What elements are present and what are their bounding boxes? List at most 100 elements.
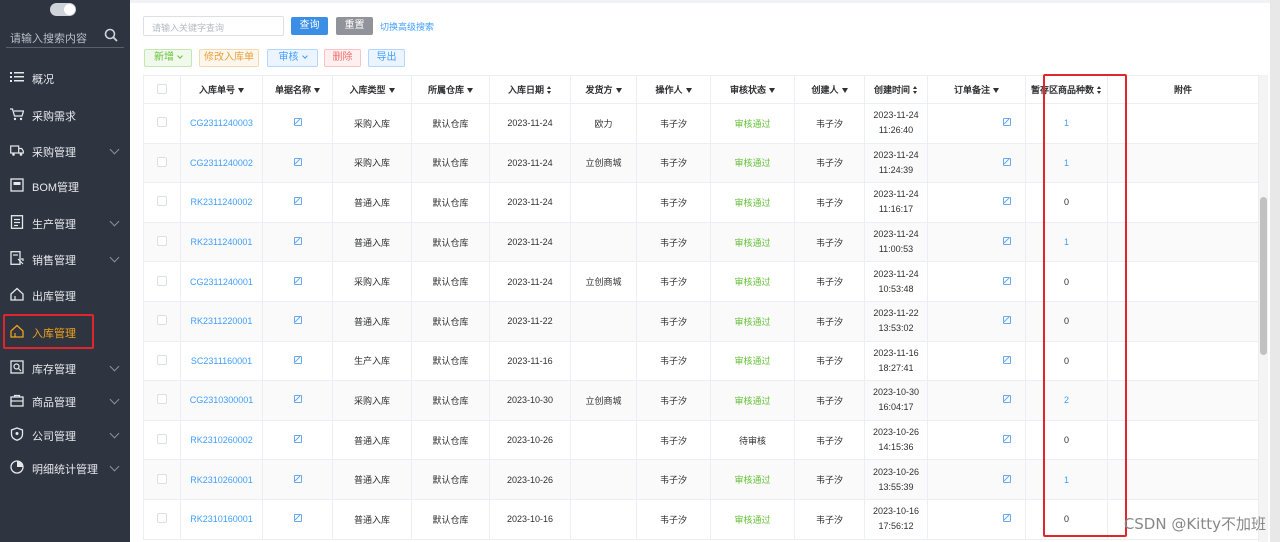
chevron-down-icon[interactable] — [109, 461, 120, 472]
edit-icon[interactable] — [293, 197, 302, 206]
cell-no[interactable]: RK2311240002 — [180, 182, 263, 223]
sidebar-item-12[interactable]: 明细统计管理 — [0, 452, 130, 482]
cell-name[interactable] — [262, 380, 333, 421]
sidebar-item-8[interactable]: 入库管理 — [0, 316, 130, 346]
cell-remark[interactable] — [927, 261, 1026, 302]
cell-no[interactable]: RK2311240001 — [180, 221, 263, 263]
cell-remark[interactable] — [927, 300, 1026, 342]
row-checkbox[interactable] — [157, 236, 167, 247]
row-checkbox[interactable] — [157, 473, 167, 484]
row-checkbox[interactable] — [157, 196, 167, 207]
cell-name[interactable] — [262, 221, 333, 263]
cell-remark[interactable] — [927, 419, 1026, 461]
export-button[interactable]: 导出 — [368, 49, 405, 67]
scrollbar-thumb[interactable] — [1260, 197, 1267, 355]
col-header-name[interactable]: 单据名称 — [262, 75, 333, 104]
filter-icon[interactable] — [388, 88, 395, 93]
filter-icon[interactable] — [685, 88, 692, 93]
cell-name[interactable] — [262, 103, 333, 144]
col-header-created-time[interactable]: 创建时间 — [864, 75, 928, 104]
cell-no[interactable]: CG2311240001 — [180, 261, 263, 302]
chevron-down-icon[interactable] — [109, 216, 120, 227]
table-row[interactable]: RK2310160001 普通入库 默认仓库 2023-10-16 韦子汐 审核通过 韦子汐… — [143, 498, 1259, 540]
cell-name[interactable] — [262, 459, 333, 500]
row-checkbox[interactable] — [157, 394, 167, 405]
col-header-staging-count[interactable]: 暂存区商品种数 — [1025, 75, 1108, 104]
advanced-search-link[interactable]: 切换高级搜索 — [380, 20, 434, 33]
sidebar-toggle-switch[interactable] — [50, 3, 76, 16]
edit-icon[interactable] — [1003, 276, 1011, 285]
query-button[interactable]: 查询 — [291, 17, 328, 35]
order-no-link[interactable]: RK2310160001 — [190, 514, 253, 524]
staging-count[interactable]: 1 — [1064, 118, 1069, 128]
cell-no[interactable]: CG2311240003 — [180, 103, 263, 144]
row-checkbox[interactable] — [157, 354, 167, 365]
chevron-down-icon[interactable] — [109, 144, 120, 155]
sidebar-item-10[interactable]: 商品管理 — [0, 385, 130, 415]
filter-icon[interactable] — [769, 88, 775, 93]
order-no-link[interactable]: CG2311240002 — [190, 158, 253, 168]
row-checkbox[interactable] — [157, 117, 167, 128]
col-header-date[interactable]: 入库日期 — [489, 75, 571, 104]
edit-icon[interactable] — [1003, 237, 1011, 246]
filter-icon[interactable] — [467, 88, 473, 93]
cell-name[interactable] — [262, 142, 333, 184]
table-row[interactable]: SC2311160001 生产入库 默认仓库 2023-11-16 韦子汐 审核通过 韦子汐… — [143, 340, 1259, 382]
cell-remark[interactable] — [927, 459, 1026, 500]
cell-no[interactable]: RK2310260001 — [180, 459, 263, 500]
cell-no[interactable]: CG2311240002 — [180, 142, 263, 184]
edit-icon[interactable] — [1003, 514, 1011, 523]
new-button[interactable]: 新增 — [144, 49, 192, 67]
col-header-remark[interactable]: 订单备注 — [927, 75, 1026, 104]
table-row[interactable]: CG2311240002 采购入库 默认仓库 2023-11-24 立创商城 韦子汐 审核通… — [143, 142, 1259, 184]
staging-count[interactable]: 2 — [1064, 395, 1069, 405]
col-header-warehouse[interactable]: 所属仓库 — [411, 75, 490, 104]
cell-name[interactable] — [262, 261, 333, 302]
cell-remark[interactable] — [927, 103, 1026, 144]
col-header-status[interactable]: 审核状态 — [710, 75, 795, 104]
filter-icon[interactable] — [314, 88, 320, 93]
row-checkbox[interactable] — [157, 513, 167, 524]
edit-icon[interactable] — [1003, 118, 1011, 127]
cell-remark[interactable] — [927, 340, 1026, 382]
filter-icon[interactable] — [993, 88, 999, 93]
sidebar-item-6[interactable]: 销售管理 — [0, 243, 130, 273]
cell-staging-count[interactable]: 1 — [1025, 103, 1108, 144]
staging-count[interactable]: 1 — [1064, 158, 1069, 168]
cell-remark[interactable] — [927, 380, 1026, 421]
chevron-down-icon[interactable] — [109, 361, 120, 372]
sidebar-item-3[interactable]: 采购管理 — [0, 135, 130, 165]
filter-icon[interactable] — [841, 88, 848, 93]
sort-icon[interactable] — [913, 86, 918, 94]
edit-icon[interactable] — [293, 276, 302, 285]
table-row[interactable]: CG2311240001 采购入库 默认仓库 2023-11-24 立创商城 韦子汐 审核通… — [143, 261, 1259, 302]
cell-remark[interactable] — [927, 498, 1026, 540]
staging-count[interactable]: 1 — [1064, 475, 1069, 485]
table-row[interactable]: CG2310300001 采购入库 默认仓库 2023-10-30 立创商城 韦子汐 审核通… — [143, 380, 1259, 421]
table-row[interactable]: RK2311240001 普通入库 默认仓库 2023-11-24 韦子汐 审核通过 韦子汐… — [143, 221, 1259, 263]
cell-no[interactable]: RK2311220001 — [180, 300, 263, 342]
sidebar-item-11[interactable]: 公司管理 — [0, 419, 130, 449]
cell-staging-count[interactable]: 1 — [1025, 459, 1108, 500]
sidebar-item-2[interactable]: 采购需求 — [0, 99, 130, 129]
cell-name[interactable] — [262, 300, 333, 342]
sidebar-item-1[interactable]: 概况 — [0, 62, 130, 92]
edit-icon[interactable] — [293, 237, 302, 246]
sidebar-item-5[interactable]: 生产管理 — [0, 207, 130, 237]
cell-name[interactable] — [262, 182, 333, 223]
cell-no[interactable]: RK2310160001 — [180, 498, 263, 540]
row-checkbox[interactable] — [157, 315, 167, 326]
col-header-operator[interactable]: 操作人 — [636, 75, 711, 104]
table-row[interactable]: RK2311220001 普通入库 默认仓库 2023-11-22 韦子汐 审核通过 韦子汐… — [143, 300, 1259, 342]
order-no-link[interactable]: RK2310260002 — [190, 435, 253, 445]
cell-staging-count[interactable]: 1 — [1025, 221, 1108, 263]
row-checkbox[interactable] — [157, 156, 167, 167]
cell-remark[interactable] — [927, 182, 1026, 223]
edit-icon[interactable] — [1003, 197, 1011, 206]
sidebar-search[interactable]: 请输入搜索内容 — [6, 24, 124, 48]
edit-icon[interactable] — [293, 118, 302, 127]
order-no-link[interactable]: RK2310260001 — [190, 475, 253, 485]
staging-count[interactable]: 1 — [1064, 237, 1069, 247]
edit-icon[interactable] — [293, 316, 302, 325]
col-header-sender[interactable]: 发货方 — [570, 75, 637, 104]
